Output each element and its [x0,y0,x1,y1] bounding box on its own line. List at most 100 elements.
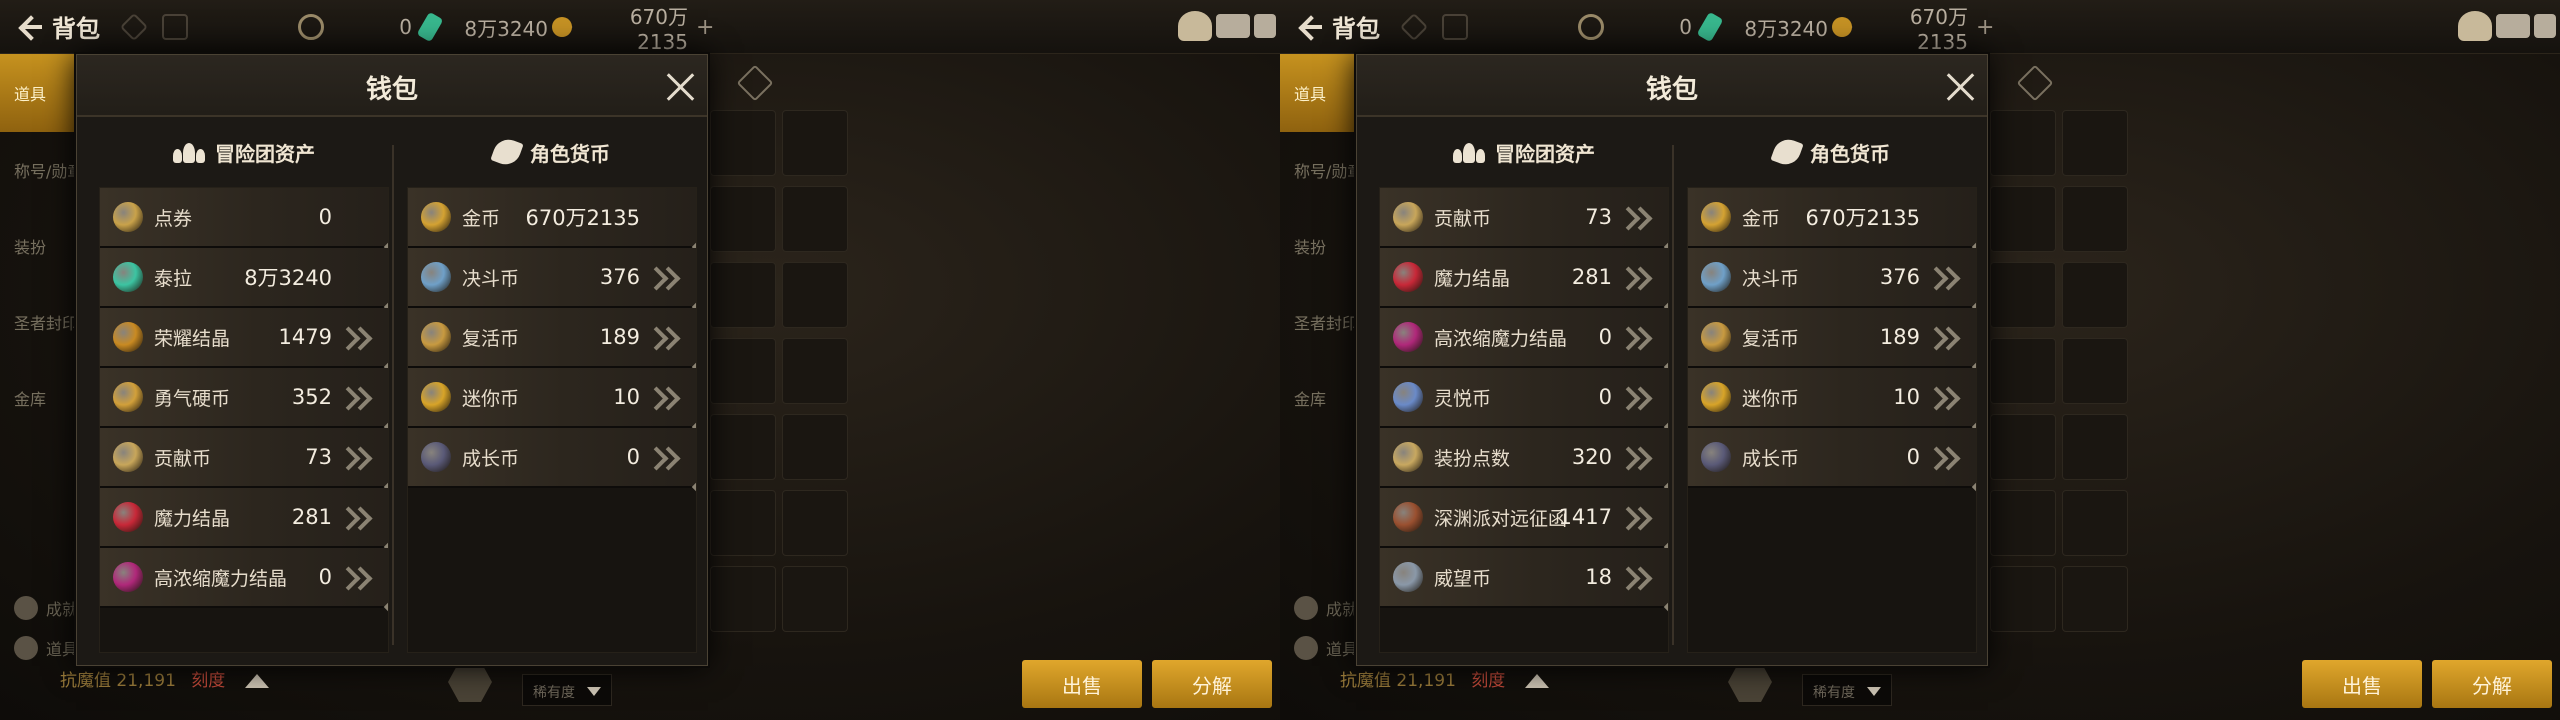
sell-button[interactable]: 出售 [2302,660,2422,708]
currency-row[interactable]: 威望币 18 [1380,548,1668,612]
currency-row[interactable]: 复活币 189 [408,308,696,372]
inventory-slot[interactable] [782,262,848,328]
diamond-icon[interactable] [1399,12,1429,41]
double-chevron-right-icon[interactable] [648,447,682,469]
inventory-slot[interactable] [2062,186,2128,252]
currency-row[interactable]: 装扮点数 320 [1380,428,1668,492]
currency-row[interactable]: 深渊派对远征函 1417 [1380,488,1668,552]
add-gold-button[interactable]: + [696,15,714,40]
diamond-icon[interactable] [119,12,149,41]
shop-icon[interactable] [2458,11,2492,41]
double-chevron-right-icon[interactable] [1620,387,1654,409]
currency-row[interactable]: 贡献币 73 [100,428,388,492]
rarity-select[interactable]: 稀有度 [522,674,612,706]
chat-icon[interactable] [2534,14,2556,38]
currency-row[interactable]: 复活币 189 [1688,308,1976,372]
currency-row[interactable]: 迷你币 10 [408,368,696,432]
inventory-slot[interactable] [782,110,848,176]
inventory-slot[interactable] [2062,414,2128,480]
inventory-slot[interactable] [710,110,776,176]
inventory-slot[interactable] [710,262,776,328]
inventory-slot[interactable] [1990,338,2056,404]
inventory-slot[interactable] [2062,110,2128,176]
expand-up-icon[interactable] [244,674,269,688]
sell-button[interactable]: 出售 [1022,660,1142,708]
inventory-slot[interactable] [2062,338,2128,404]
inventory-slot[interactable] [782,186,848,252]
currency-row[interactable]: 泰拉 8万3240 [100,248,388,312]
currency-row[interactable]: 成长币 0 [1688,428,1976,492]
double-chevron-right-icon[interactable] [340,387,374,409]
favorite-icon[interactable] [736,64,774,102]
mail-icon[interactable] [1216,14,1250,38]
inventory-slot[interactable] [782,566,848,632]
filter-icon[interactable] [162,13,188,40]
currency-row[interactable]: 高浓缩魔力结晶 0 [1380,308,1668,372]
inventory-slot[interactable] [2062,490,2128,556]
adventure-assets-list[interactable]: 点券 0 泰拉 8万3240 荣耀结晶 1479 勇气硬币 352 贡献币 73 魔力结晶 281 高浓… [99,187,389,653]
inventory-slot[interactable] [1990,262,2056,328]
currency-row[interactable]: 勇气硬币 352 [100,368,388,432]
adventure-assets-list[interactable]: 贡献币 73 魔力结晶 281 高浓缩魔力结晶 0 灵悦币 0 装扮点数 320 深渊派对远征函 14… [1379,187,1669,653]
currency-row[interactable]: 点券 0 [100,188,388,252]
double-chevron-right-icon[interactable] [340,447,374,469]
currency-row[interactable]: 魔力结晶 281 [100,488,388,552]
inventory-slot[interactable] [710,186,776,252]
close-icon[interactable] [1943,69,1977,103]
inventory-slot[interactable] [1990,566,2056,632]
back-arrow-icon[interactable] [10,7,50,47]
currency-row[interactable]: 迷你币 10 [1688,368,1976,432]
shop-icon[interactable] [1178,11,1212,41]
inventory-slot[interactable] [1990,490,2056,556]
decompose-button[interactable]: 分解 [1152,660,1272,708]
inventory-slot[interactable] [1990,110,2056,176]
inventory-slot[interactable] [2062,262,2128,328]
double-chevron-right-icon[interactable] [1620,267,1654,289]
currency-row[interactable]: 灵悦币 0 [1380,368,1668,432]
double-chevron-right-icon[interactable] [340,327,374,349]
auto-sort-icon[interactable] [448,662,492,702]
double-chevron-right-icon[interactable] [340,567,374,589]
double-chevron-right-icon[interactable] [1620,447,1654,469]
inventory-slot[interactable] [710,414,776,480]
double-chevron-right-icon[interactable] [648,387,682,409]
rarity-select[interactable]: 稀有度 [1802,674,1892,706]
currency-row[interactable]: 决斗币 376 [408,248,696,312]
add-gold-button[interactable]: + [1976,15,1994,40]
currency-row[interactable]: 决斗币 376 [1688,248,1976,312]
inventory-slot[interactable] [782,490,848,556]
inventory-slot[interactable] [782,414,848,480]
favorite-icon[interactable] [2016,64,2054,102]
expand-up-icon[interactable] [1524,674,1549,688]
character-currency-list[interactable]: 金币 670万2135 决斗币 376 复活币 189 迷你币 10 成长币 0 [407,187,697,653]
inventory-slot[interactable] [710,338,776,404]
double-chevron-right-icon[interactable] [1620,207,1654,229]
character-currency-list[interactable]: 金币 670万2135 决斗币 376 复活币 189 迷你币 10 成长币 0 [1687,187,1977,653]
double-chevron-right-icon[interactable] [1928,327,1962,349]
auto-sort-icon[interactable] [1728,662,1772,702]
chat-icon[interactable] [1254,14,1276,38]
double-chevron-right-icon[interactable] [1620,567,1654,589]
currency-row[interactable]: 金币 670万2135 [408,188,696,252]
double-chevron-right-icon[interactable] [1928,267,1962,289]
currency-row[interactable]: 贡献币 73 [1380,188,1668,252]
double-chevron-right-icon[interactable] [340,507,374,529]
back-arrow-icon[interactable] [1290,7,1330,47]
inventory-slot[interactable] [1990,186,2056,252]
currency-row[interactable]: 魔力结晶 281 [1380,248,1668,312]
mail-icon[interactable] [2496,14,2530,38]
double-chevron-right-icon[interactable] [1620,507,1654,529]
decompose-button[interactable]: 分解 [2432,660,2552,708]
currency-row[interactable]: 高浓缩魔力结晶 0 [100,548,388,612]
double-chevron-right-icon[interactable] [648,327,682,349]
currency-row[interactable]: 金币 670万2135 [1688,188,1976,252]
inventory-slot[interactable] [710,490,776,556]
inventory-slot[interactable] [710,566,776,632]
currency-row[interactable]: 成长币 0 [408,428,696,492]
double-chevron-right-icon[interactable] [1620,327,1654,349]
close-icon[interactable] [663,69,697,103]
currency-row[interactable]: 荣耀结晶 1479 [100,308,388,372]
double-chevron-right-icon[interactable] [1928,447,1962,469]
inventory-slot[interactable] [782,338,848,404]
inventory-slot[interactable] [2062,566,2128,632]
